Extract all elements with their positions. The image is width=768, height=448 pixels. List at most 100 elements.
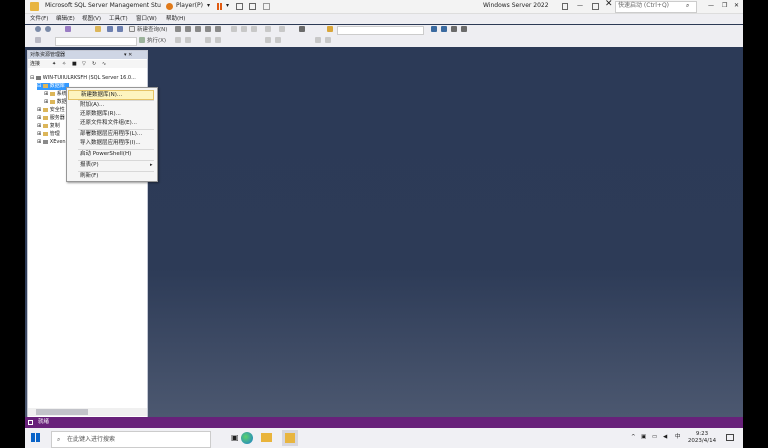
menu-restore-database[interactable]: 还原数据库(R)... bbox=[80, 110, 121, 118]
stop-icon[interactable]: ■ bbox=[72, 60, 77, 68]
vm-minimize-icon[interactable]: — bbox=[577, 2, 583, 10]
menu-tools[interactable]: 工具(T) bbox=[109, 15, 128, 23]
collapse-icon[interactable]: ⊟ bbox=[30, 75, 34, 81]
save-icon[interactable] bbox=[107, 26, 113, 32]
redo-icon[interactable] bbox=[279, 26, 285, 32]
start-icon[interactable] bbox=[31, 433, 40, 442]
estimated-plan-icon[interactable] bbox=[185, 37, 191, 43]
menu-start-powershell[interactable]: 启动 PowerShell(H) bbox=[80, 150, 131, 158]
db-query-icon[interactable] bbox=[175, 26, 181, 32]
cut-icon[interactable] bbox=[231, 26, 237, 32]
expand-icon[interactable]: ⊞ bbox=[37, 107, 41, 113]
expand-icon[interactable]: ⊞ bbox=[37, 131, 41, 137]
tree-node-security[interactable]: ⊞ 安全性 bbox=[37, 107, 65, 114]
save-all-icon[interactable] bbox=[117, 26, 123, 32]
connect-icon[interactable] bbox=[35, 37, 41, 43]
results-to-text-icon[interactable] bbox=[205, 37, 211, 43]
clock-date[interactable]: 2023/4/14 bbox=[685, 438, 719, 444]
find-icon[interactable] bbox=[327, 26, 333, 32]
new-query-button[interactable]: 新建查询(N) bbox=[137, 26, 167, 35]
toolbox-icon[interactable] bbox=[451, 26, 457, 32]
open-file-icon[interactable] bbox=[95, 26, 101, 32]
menu-new-database[interactable]: 新建数据库(N)... bbox=[68, 90, 154, 100]
tree-node-xevent[interactable]: ⊞ XEven bbox=[37, 139, 66, 146]
menu-view[interactable]: 视图(V) bbox=[82, 15, 101, 23]
quick-launch-input[interactable]: 快速启动 (Ctrl+Q) bbox=[618, 2, 669, 10]
tray-app-icon[interactable]: ▣ bbox=[641, 434, 646, 440]
tree-node-management[interactable]: ⊞ 管理 bbox=[37, 131, 60, 138]
forward-icon[interactable] bbox=[45, 26, 51, 32]
mdx-query-icon[interactable] bbox=[185, 26, 191, 32]
window-layout-icon[interactable] bbox=[461, 26, 467, 32]
refresh-icon[interactable]: ↻ bbox=[92, 60, 96, 68]
copy-icon[interactable] bbox=[241, 26, 247, 32]
menu-import-dac[interactable]: 导入数据层应用程序(I)... bbox=[80, 139, 141, 147]
vm-close-icon[interactable]: ✕ bbox=[605, 0, 613, 9]
player-dropdown-icon[interactable]: ▾ bbox=[207, 2, 210, 10]
menu-reports[interactable]: 报表(P) bbox=[80, 161, 99, 169]
vm-restore-icon[interactable] bbox=[592, 3, 599, 10]
new-query-icon[interactable] bbox=[129, 26, 135, 32]
expand-icon[interactable]: ⊞ bbox=[44, 99, 48, 105]
close-icon[interactable]: ✕ bbox=[734, 2, 739, 10]
connect-plug-icon[interactable]: ✦ bbox=[52, 60, 56, 68]
scrollbar-thumb[interactable] bbox=[36, 409, 88, 415]
horizontal-scrollbar[interactable] bbox=[28, 408, 147, 416]
tree-node-databases[interactable]: ⊟ 数据库 bbox=[37, 83, 69, 90]
filter-icon[interactable]: ▽ bbox=[82, 60, 86, 68]
menu-help[interactable]: 帮助(H) bbox=[166, 15, 185, 23]
tree-node-server-objects[interactable]: ⊞ 服务器 bbox=[37, 115, 65, 122]
das-query-icon[interactable] bbox=[215, 26, 221, 32]
menu-attach[interactable]: 附加(A)... bbox=[80, 101, 104, 109]
menu-restore-files[interactable]: 还原文件和文件组(E)... bbox=[80, 119, 137, 127]
fullscreen-icon[interactable] bbox=[249, 3, 256, 10]
parse-icon[interactable] bbox=[175, 37, 181, 43]
menu-file[interactable]: 文件(F) bbox=[30, 15, 48, 23]
activity-monitor-icon[interactable] bbox=[299, 26, 305, 32]
minimize-icon[interactable]: — bbox=[708, 2, 714, 10]
pin-close-icons[interactable]: ▾ ✕ bbox=[124, 51, 132, 59]
indent-icon[interactable] bbox=[315, 37, 321, 43]
expand-icon[interactable]: ⊞ bbox=[37, 123, 41, 129]
activity-icon[interactable]: ∿ bbox=[102, 60, 106, 68]
taskbar-search[interactable]: ⌕ 在此键入进行搜索 bbox=[51, 431, 211, 448]
tray-overflow-icon[interactable]: ^ bbox=[631, 434, 636, 440]
task-view-icon[interactable]: ▣ bbox=[231, 433, 239, 442]
database-dropdown[interactable] bbox=[55, 37, 137, 46]
vm-dropdown-icon[interactable]: ▾ bbox=[226, 2, 229, 10]
connect-button[interactable]: 连接 bbox=[30, 60, 40, 68]
menu-refresh[interactable]: 刷新(F) bbox=[80, 172, 98, 180]
results-to-grid-icon[interactable] bbox=[215, 37, 221, 43]
pause-icon[interactable] bbox=[217, 3, 222, 10]
paste-icon[interactable] bbox=[251, 26, 257, 32]
file-explorer-icon[interactable] bbox=[261, 433, 272, 442]
execute-button[interactable]: 执行(X) bbox=[147, 37, 166, 46]
dmx-query-icon[interactable] bbox=[195, 26, 201, 32]
network-icon[interactable]: ▭ bbox=[652, 434, 657, 440]
notifications-icon[interactable] bbox=[726, 434, 734, 441]
clock-time[interactable]: 9:23 bbox=[689, 431, 715, 437]
tree-node-snapshots[interactable]: ⊞ 数据 bbox=[44, 99, 67, 106]
disconnect-icon[interactable]: ✧ bbox=[62, 60, 66, 68]
find-dropdown[interactable] bbox=[337, 26, 424, 35]
maximize-icon[interactable]: ❐ bbox=[722, 2, 727, 10]
back-icon[interactable] bbox=[35, 26, 41, 32]
properties-icon[interactable] bbox=[431, 26, 437, 32]
volume-icon[interactable]: ◀ bbox=[663, 434, 667, 440]
tree-server-node[interactable]: ⊟ WIN-TUIIULRKSFH (SQL Server 16.0... bbox=[30, 75, 136, 82]
expand-icon[interactable]: ⊞ bbox=[37, 139, 41, 145]
input-language[interactable]: 中 bbox=[675, 434, 681, 440]
uncomment-icon[interactable] bbox=[275, 37, 281, 43]
new-project-icon[interactable] bbox=[65, 26, 71, 32]
edge-icon[interactable] bbox=[241, 432, 253, 444]
expand-icon[interactable]: ⊞ bbox=[44, 91, 48, 97]
tools-icon[interactable] bbox=[441, 26, 447, 32]
menu-window[interactable]: 窗口(W) bbox=[136, 15, 157, 23]
vm-note-icon[interactable] bbox=[562, 3, 568, 10]
menu-edit[interactable]: 编辑(E) bbox=[56, 15, 75, 23]
send-ctrl-alt-del-icon[interactable] bbox=[236, 3, 243, 10]
xmla-query-icon[interactable] bbox=[205, 26, 211, 32]
execute-icon[interactable] bbox=[139, 37, 145, 43]
unity-icon[interactable] bbox=[263, 3, 270, 10]
menu-deploy-dac[interactable]: 部署数据层应用程序(L)... bbox=[80, 130, 142, 138]
